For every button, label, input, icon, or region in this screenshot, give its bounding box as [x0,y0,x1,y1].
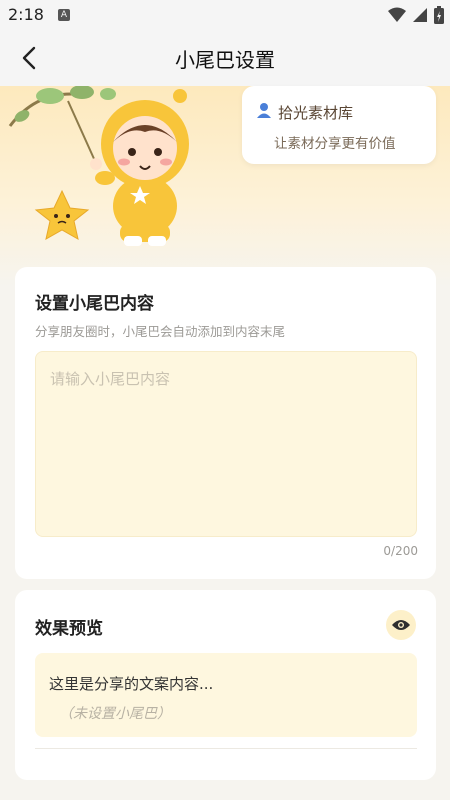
tail-settings-description: 分享朋友圈时，小尾巴会自动添加到内容末尾 [35,324,286,339]
preview-title: 效果预览 [35,619,103,639]
top-bar: 小尾巴设置 [0,30,450,86]
wifi-icon [388,7,406,22]
banner: 拾光素材库 让素材分享更有价值 [0,86,450,286]
preview-box: 这里是分享的文案内容... （未设置小尾巴） [35,653,417,737]
divider [35,748,417,749]
tail-settings-title: 设置小尾巴内容 [35,294,154,314]
character-counter: 0/200 [383,544,418,558]
preview-card: 效果预览 这里是分享的文案内容... （未设置小尾巴） [15,590,436,780]
signal-icon [413,8,427,22]
preview-content: 这里是分享的文案内容... [49,675,214,693]
tail-settings-card: 设置小尾巴内容 分享朋友圈时，小尾巴会自动添加到内容末尾 请输入小尾巴内容 0/… [15,267,436,579]
brand-name: 拾光素材库 [278,104,354,122]
tail-content-input[interactable]: 请输入小尾巴内容 [35,351,417,537]
page-title: 小尾巴设置 [175,48,275,72]
notification-icon: A [58,9,70,21]
brand-slogan: 让素材分享更有价值 [274,136,396,152]
tail-content-placeholder: 请输入小尾巴内容 [50,370,171,388]
preview-toggle-button[interactable] [386,610,416,640]
eye-icon [392,620,410,630]
mascot-illustration [8,86,189,246]
brand-card: 拾光素材库 让素材分享更有价值 [242,86,436,164]
status-time: 2:18 [8,5,44,24]
battery-icon [434,6,444,24]
preview-tail: （未设置小尾巴） [59,706,171,722]
person-icon [257,103,271,118]
status-bar: 2:18 A [0,0,450,30]
